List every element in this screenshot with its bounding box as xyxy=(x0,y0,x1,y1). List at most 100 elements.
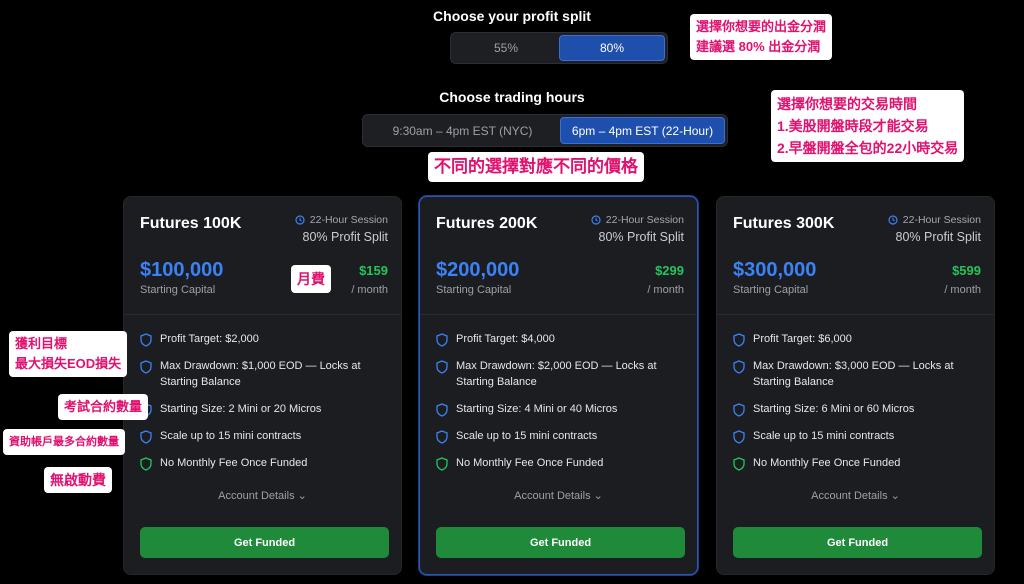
profit-split-title: Choose your profit split xyxy=(433,8,591,24)
shield-check-icon xyxy=(733,457,745,471)
account-details-label: Account Details xyxy=(811,490,888,502)
divider xyxy=(717,314,994,315)
divider xyxy=(124,314,401,315)
feature-item: Max Drawdown: $1,000 EOD — Locks at Star… xyxy=(140,358,387,390)
feature-label: Starting Size: 6 Mini or 60 Micros xyxy=(753,403,915,415)
profit-split-toggle: 55% 80% xyxy=(450,32,668,64)
divider xyxy=(420,314,697,315)
feature-item: Scale up to 15 mini contracts xyxy=(436,428,683,444)
clock-icon xyxy=(888,215,898,225)
feature-label: Profit Target: $6,000 xyxy=(753,333,852,345)
clock-icon xyxy=(295,215,305,225)
account-details-toggle[interactable]: Account Details ⌄ xyxy=(717,489,994,502)
plan-session-label: 22-Hour Session xyxy=(309,214,388,226)
get-funded-button[interactable]: Get Funded xyxy=(436,527,685,558)
feature-item: Profit Target: $2,000 xyxy=(140,331,387,347)
feature-item: Starting Size: 4 Mini or 40 Micros xyxy=(436,401,683,417)
shield-icon xyxy=(436,360,448,374)
feature-label: No Monthly Fee Once Funded xyxy=(160,457,308,469)
feature-list: Profit Target: $2,000 Max Drawdown: $1,0… xyxy=(140,331,387,482)
plan-card-300k: Futures 300K 22-Hour Session 80% Profit … xyxy=(716,196,995,575)
chevron-down-icon: ⌄ xyxy=(593,490,603,502)
annotation-line: 選擇你想要的交易時間 xyxy=(777,96,917,112)
feature-label: Max Drawdown: $2,000 EOD — Locks at Star… xyxy=(456,360,657,388)
annotation-no-activation: 無啟動費 xyxy=(44,467,112,493)
annotation-starting-size: 考試合約數量 xyxy=(58,394,149,420)
shield-icon xyxy=(436,333,448,347)
clock-icon xyxy=(591,215,601,225)
get-funded-button[interactable]: Get Funded xyxy=(140,527,389,558)
plan-name: Futures 100K xyxy=(140,215,242,232)
shield-icon xyxy=(733,360,745,374)
plan-session-label: 22-Hour Session xyxy=(902,214,981,226)
plan-name: Futures 300K xyxy=(733,215,835,232)
account-details-label: Account Details xyxy=(218,490,295,502)
feature-list: Profit Target: $4,000 Max Drawdown: $2,0… xyxy=(436,331,683,482)
annotation-line: 2.早盤開盤全包的22小時交易 xyxy=(777,140,959,156)
feature-item: No Monthly Fee Once Funded xyxy=(436,455,683,471)
shield-icon xyxy=(436,403,448,417)
shield-icon xyxy=(733,333,745,347)
feature-label: Starting Size: 2 Mini or 20 Micros xyxy=(160,403,322,415)
annotation-profit-split: 選擇你想要的出金分潤 建議選 80% 出金分潤 xyxy=(690,14,833,60)
plan-capital: $200,000 xyxy=(436,259,520,281)
annotation-line: 建議選 80% 出金分潤 xyxy=(696,39,821,54)
hours-option-22hour[interactable]: 6pm – 4pm EST (22-Hour) xyxy=(560,117,725,144)
feature-label: Max Drawdown: $3,000 EOD — Locks at Star… xyxy=(753,360,954,388)
plan-split: 80% Profit Split xyxy=(302,230,388,244)
shield-icon xyxy=(733,403,745,417)
chevron-down-icon: ⌄ xyxy=(890,490,900,502)
feature-label: Profit Target: $2,000 xyxy=(160,333,259,345)
feature-item: Profit Target: $6,000 xyxy=(733,331,980,347)
feature-list: Profit Target: $6,000 Max Drawdown: $3,0… xyxy=(733,331,980,482)
plan-capital-label: Starting Capital xyxy=(436,284,512,296)
shield-check-icon xyxy=(436,457,448,471)
feature-label: Starting Size: 4 Mini or 40 Micros xyxy=(456,403,618,415)
annotation-funded-max: 資助帳戶最多合約數量 xyxy=(3,429,125,455)
annotation-profit-target: 獲利目標 最大損失EOD損失 xyxy=(9,331,128,377)
feature-item: Max Drawdown: $3,000 EOD — Locks at Star… xyxy=(733,358,980,390)
feature-item: Profit Target: $4,000 xyxy=(436,331,683,347)
feature-label: Scale up to 15 mini contracts xyxy=(456,430,598,442)
plan-price-period: / month xyxy=(647,284,684,296)
annotation-line: 獲利目標 xyxy=(15,336,68,351)
plan-price: $599 xyxy=(952,263,981,278)
plan-price: $159 xyxy=(359,263,388,278)
plan-split: 80% Profit Split xyxy=(895,230,981,244)
get-funded-button[interactable]: Get Funded xyxy=(733,527,982,558)
shield-check-icon xyxy=(140,457,152,471)
plan-price: $299 xyxy=(655,263,684,278)
feature-label: Scale up to 15 mini contracts xyxy=(753,430,895,442)
plan-name: Futures 200K xyxy=(436,215,538,232)
annotation-trading-hours: 選擇你想要的交易時間 1.美股開盤時段才能交易 2.早盤開盤全包的22小時交易 xyxy=(771,90,965,162)
plan-card-100k: Futures 100K 22-Hour Session 80% Profit … xyxy=(123,196,402,575)
feature-item: Starting Size: 2 Mini or 20 Micros xyxy=(140,401,387,417)
plan-capital-label: Starting Capital xyxy=(733,284,809,296)
hours-option-nyc[interactable]: 9:30am – 4pm EST (NYC) xyxy=(365,117,560,144)
plan-capital: $100,000 xyxy=(140,259,224,281)
plan-price-period: / month xyxy=(351,284,388,296)
split-option-55[interactable]: 55% xyxy=(453,35,559,61)
annotation-monthly-fee: 月費 xyxy=(291,265,331,293)
plan-session: 22-Hour Session xyxy=(888,214,981,226)
shield-icon xyxy=(140,333,152,347)
plan-capital: $300,000 xyxy=(733,259,817,281)
feature-label: No Monthly Fee Once Funded xyxy=(456,457,604,469)
split-option-80[interactable]: 80% xyxy=(558,35,665,61)
shield-icon xyxy=(140,430,152,444)
annotation-price-note: 不同的選擇對應不同的價格 xyxy=(428,152,644,182)
account-details-toggle[interactable]: Account Details ⌄ xyxy=(420,489,697,502)
shield-icon xyxy=(733,430,745,444)
shield-icon xyxy=(436,430,448,444)
feature-label: Scale up to 15 mini contracts xyxy=(160,430,302,442)
plan-capital-label: Starting Capital xyxy=(140,284,216,296)
trading-hours-toggle: 9:30am – 4pm EST (NYC) 6pm – 4pm EST (22… xyxy=(362,114,728,147)
plan-session: 22-Hour Session xyxy=(295,214,388,226)
feature-label: Profit Target: $4,000 xyxy=(456,333,555,345)
account-details-toggle[interactable]: Account Details ⌄ xyxy=(124,489,401,502)
plan-card-200k: Futures 200K 22-Hour Session 80% Profit … xyxy=(419,196,698,575)
plan-split: 80% Profit Split xyxy=(598,230,684,244)
annotation-line: 1.美股開盤時段才能交易 xyxy=(777,118,929,134)
feature-item: Max Drawdown: $2,000 EOD — Locks at Star… xyxy=(436,358,683,390)
feature-item: Starting Size: 6 Mini or 60 Micros xyxy=(733,401,980,417)
